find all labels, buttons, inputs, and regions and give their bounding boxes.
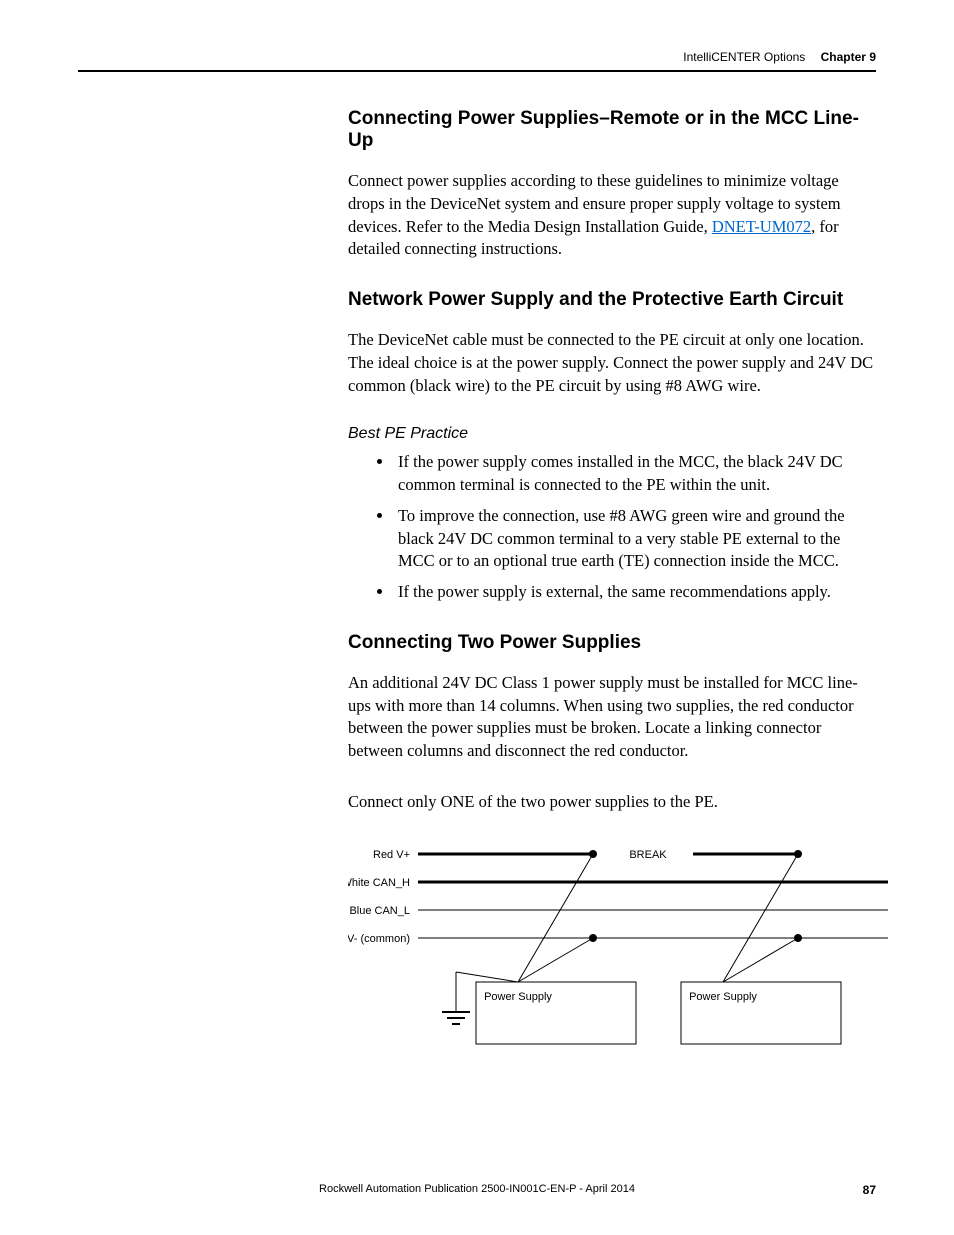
label-black-v-minus: Black V- (common) [348, 933, 410, 945]
footer-page-number: 87 [863, 1183, 876, 1197]
label-red-v-plus: Red V+ [373, 849, 410, 861]
list-item: To improve the connection, use #8 AWG gr… [394, 505, 876, 573]
subheading-best-pe: Best PE Practice [348, 425, 876, 443]
wiring-diagram: Red V+ White CAN_H Blue CAN_L Black V- (… [348, 842, 876, 1077]
link-dnet-um072[interactable]: DNET-UM072 [712, 217, 811, 236]
page-footer: Rockwell Automation Publication 2500-IN0… [78, 1183, 876, 1195]
label-power-supply-2: Power Supply [689, 991, 757, 1003]
paragraph: Connect power supplies according to thes… [348, 170, 876, 261]
header-chapter: Chapter 9 [821, 50, 876, 64]
list-item: If the power supply comes installed in t… [394, 451, 876, 497]
label-blue-can-l: Blue CAN_L [349, 905, 410, 917]
label-break: BREAK [629, 849, 667, 861]
label-white-can-h: White CAN_H [348, 877, 410, 889]
footer-publication: Rockwell Automation Publication 2500-IN0… [319, 1183, 635, 1195]
paragraph: Connect only ONE of the two power suppli… [348, 791, 876, 814]
list-item: If the power supply is external, the sam… [394, 581, 876, 604]
page-header: IntelliCENTER Options Chapter 9 [78, 50, 876, 72]
heading-network-ps-pe: Network Power Supply and the Protective … [348, 289, 876, 311]
header-section: IntelliCENTER Options [683, 50, 805, 64]
heading-connecting-ps: Connecting Power Supplies–Remote or in t… [348, 108, 876, 152]
bullet-list: If the power supply comes installed in t… [348, 451, 876, 604]
label-power-supply-1: Power Supply [484, 991, 552, 1003]
paragraph: An additional 24V DC Class 1 power suppl… [348, 672, 876, 763]
main-content: Connecting Power Supplies–Remote or in t… [348, 108, 876, 814]
heading-two-ps: Connecting Two Power Supplies [348, 632, 876, 654]
paragraph: The DeviceNet cable must be connected to… [348, 329, 876, 397]
